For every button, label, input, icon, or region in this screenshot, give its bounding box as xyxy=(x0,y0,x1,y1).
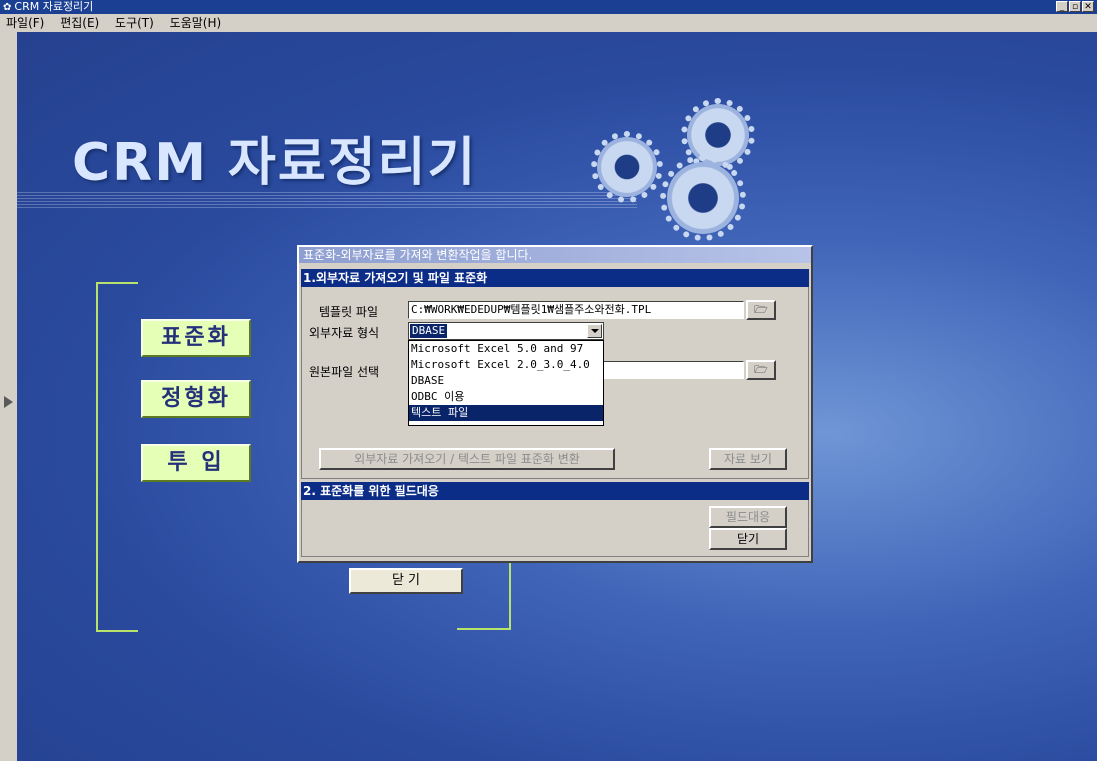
window-title: CRM 자료정리기 xyxy=(14,0,94,13)
menu-help[interactable]: 도움말(H) xyxy=(170,14,222,32)
folder-open-icon[interactable]: 🗁 xyxy=(746,300,776,320)
format-select[interactable]: DBASE xyxy=(408,322,604,340)
standardize-dialog: 표준화-외부자료를 가져와 변환작업을 합니다. 1.외부자료 가져오기 및 파… xyxy=(297,245,813,563)
menu-file[interactable]: 파일(F) xyxy=(6,14,44,32)
menu-edit[interactable]: 편집(E) xyxy=(60,14,99,32)
minimize-icon[interactable]: _ xyxy=(1056,1,1068,12)
section2-header: 2. 표준화를 위한 필드대응 xyxy=(301,482,809,500)
brand-logo: CRM 자료정리기 xyxy=(72,133,478,193)
gear-icon xyxy=(659,154,747,242)
title-bar: ✿ CRM 자료정리기 _ ▫ ✕ xyxy=(0,0,1097,14)
dialog-close-button[interactable]: 닫기 xyxy=(709,528,787,550)
standardize-button[interactable]: 표준화 xyxy=(141,319,251,357)
format-option-highlighted[interactable]: 텍스트 파일 xyxy=(409,405,603,421)
dialog-title: 표준화-외부자료를 가져와 변환작업을 합니다. xyxy=(299,247,811,263)
close-icon[interactable]: ✕ xyxy=(1082,1,1094,12)
format-label: 외부자료 형식 xyxy=(309,326,380,340)
template-field[interactable]: C:₩WORK₩EDEDUP₩템플릿1₩샘플주소와전화.TPL xyxy=(408,301,744,319)
menu-bar: 파일(F) 편집(E) 도구(T) 도움말(H) xyxy=(0,14,1097,32)
format-option[interactable]: Microsoft Excel 2.0_3.0_4.0 xyxy=(409,357,603,373)
window-controls: _ ▫ ✕ xyxy=(1056,1,1094,12)
restore-icon[interactable]: ▫ xyxy=(1069,1,1081,12)
view-data-button[interactable]: 자료 보기 xyxy=(709,448,787,470)
menu-tools[interactable]: 도구(T) xyxy=(115,14,154,32)
field-map-button[interactable]: 필드대응 xyxy=(709,506,787,528)
format-option[interactable]: ODBC 이용 xyxy=(409,389,603,405)
import-convert-button[interactable]: 외부자료 가져오기 / 텍스트 파일 표준화 변환 xyxy=(319,448,615,470)
source-label: 원본파일 선택 xyxy=(309,365,380,379)
pointer-arrow-icon xyxy=(4,396,13,408)
section1-header: 1.외부자료 가져오기 및 파일 표준화 xyxy=(301,269,809,287)
format-selected-value: DBASE xyxy=(410,324,448,338)
normalize-button[interactable]: 정형화 xyxy=(141,380,251,418)
format-option[interactable]: Microsoft Excel 5.0 and 97 xyxy=(409,341,603,357)
gear-icon: ✿ xyxy=(3,2,12,13)
format-dropdown-list: Microsoft Excel 5.0 and 97 Microsoft Exc… xyxy=(408,340,604,426)
bracket-left xyxy=(96,282,138,632)
gear-icon xyxy=(591,131,663,203)
folder-open-icon[interactable]: 🗁 xyxy=(746,360,776,380)
format-option[interactable]: DBASE xyxy=(409,373,603,389)
input-button[interactable]: 투 입 xyxy=(141,444,251,482)
close-main-button[interactable]: 닫 기 xyxy=(349,568,463,594)
chevron-down-icon[interactable] xyxy=(587,324,602,338)
template-label: 템플릿 파일 xyxy=(319,305,379,319)
